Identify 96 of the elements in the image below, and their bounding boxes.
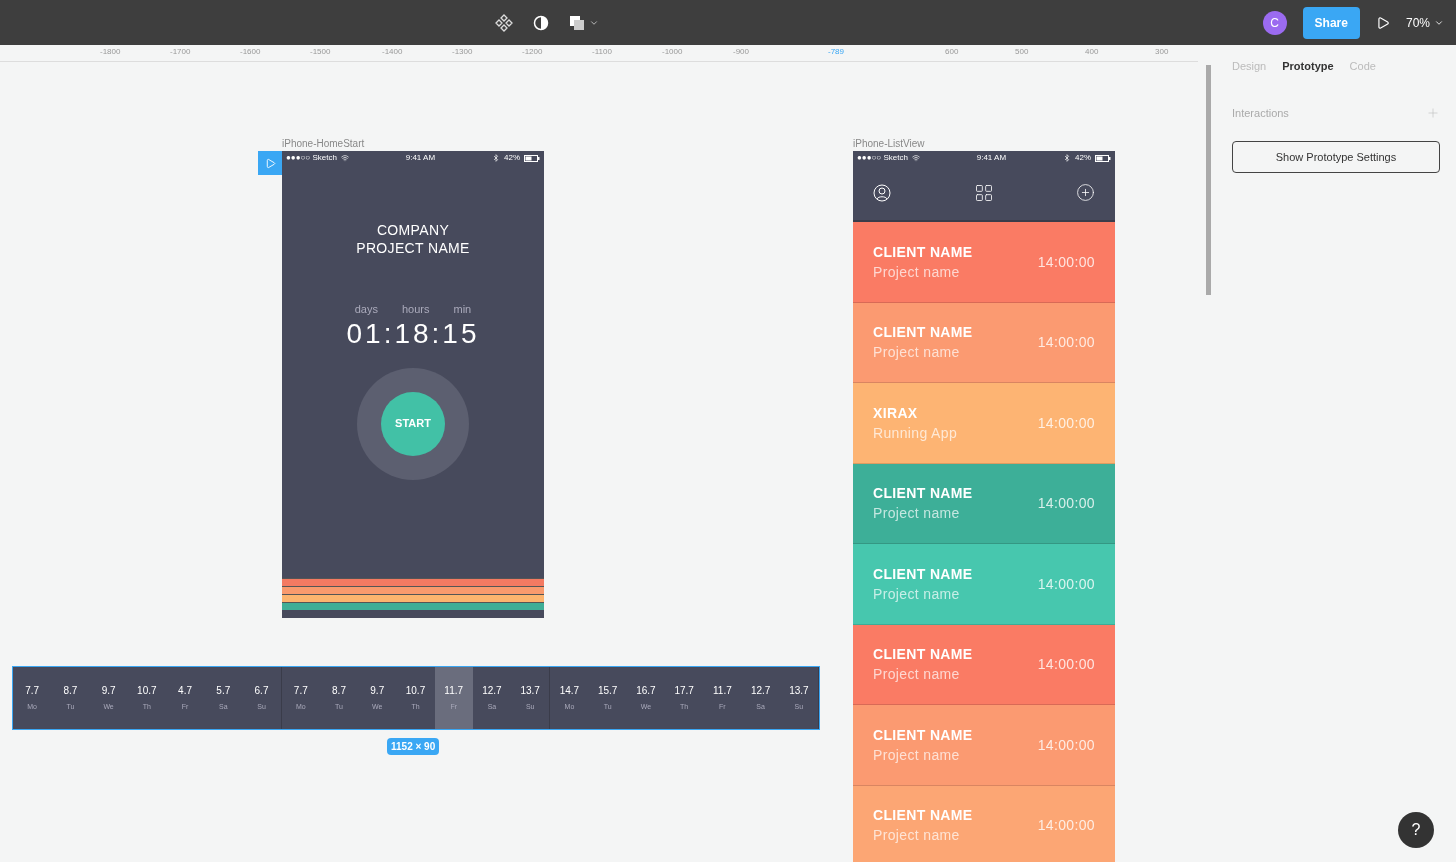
day-date: 6.7 <box>254 684 269 699</box>
status-time: 9:41 AM <box>976 152 1007 164</box>
day-date: 9.7 <box>101 684 116 699</box>
day-date: 8.7 <box>63 684 78 699</box>
user-avatar[interactable]: C <box>1262 10 1287 35</box>
row-time: 14:00:00 <box>1037 655 1095 675</box>
row-time: 14:00:00 <box>1037 574 1095 594</box>
client-name: XIRAX <box>873 403 919 423</box>
day-date: 4.7 <box>178 684 192 699</box>
battery-icon <box>1095 154 1111 162</box>
frame-label: iPhone-ListView <box>853 137 925 151</box>
day-date: 7.7 <box>293 684 308 699</box>
prototype-settings-button[interactable]: Show Prototype Settings <box>1232 141 1440 173</box>
row-time: 14:00:00 <box>1037 494 1095 514</box>
panel-tab[interactable]: Prototype <box>1282 58 1334 75</box>
boolean-menu[interactable] <box>569 15 599 31</box>
add-icon[interactable] <box>1076 183 1095 202</box>
present-icon[interactable] <box>1375 15 1390 30</box>
client-name: CLIENT NAME <box>873 725 973 745</box>
interactions-label: Interactions <box>1232 105 1289 121</box>
row-time: 14:00:00 <box>1037 333 1095 353</box>
day-date: 12.7 <box>750 684 771 699</box>
ruler-label: 500 <box>1015 46 1029 58</box>
ruler-label: -1400 <box>382 46 403 58</box>
ruler-label: -1800 <box>100 46 121 58</box>
ruler-label: -1700 <box>170 46 191 58</box>
zoom-menu[interactable]: 70% <box>1405 14 1444 31</box>
status-carrier: ●●●○○ Sketch <box>286 152 349 164</box>
row-time: 14:00:00 <box>1037 816 1095 836</box>
ruler-label: 300 <box>1155 46 1169 58</box>
project-name: Project name <box>873 584 961 604</box>
flow-start-icon[interactable] <box>258 151 282 175</box>
day-date: 13.7 <box>520 684 540 699</box>
battery-icon <box>524 154 540 162</box>
client-name: CLIENT NAME <box>873 806 973 826</box>
caret-icon <box>589 18 599 28</box>
day-date: 17.7 <box>674 684 694 699</box>
day-date: 10.7 <box>137 684 157 699</box>
day-date: 16.7 <box>636 684 656 699</box>
day-date: 10.7 <box>405 684 426 699</box>
component-icon[interactable] <box>495 14 513 32</box>
row-time: 14:00:00 <box>1037 252 1095 272</box>
user-icon[interactable] <box>873 183 891 202</box>
frame-label: iPhone-HomeStart <box>282 137 365 151</box>
ruler-label: -1300 <box>452 46 473 58</box>
day-date: 7.7 <box>25 684 40 699</box>
ruler-label: -900 <box>733 46 749 58</box>
project-name: Project name <box>873 745 961 765</box>
ruler-label: -789 <box>828 46 844 58</box>
project-title: PROJECT NAME <box>356 239 470 257</box>
contrast-icon[interactable] <box>533 15 549 31</box>
battery-percent: 42% <box>504 152 520 164</box>
wifi-icon <box>911 154 920 162</box>
size-label: 1152 × 90 <box>387 738 440 755</box>
help-button[interactable]: ? <box>1398 812 1434 848</box>
wifi-icon <box>340 154 349 162</box>
ruler-label: -1100 <box>592 46 612 58</box>
bluetooth-icon <box>1063 154 1071 162</box>
ruler-label: -1200 <box>522 46 543 58</box>
project-name: Project name <box>873 665 961 685</box>
ruler-label: -1600 <box>240 46 261 58</box>
ruler-label: -1000 <box>662 46 683 58</box>
client-name: CLIENT NAME <box>873 323 973 343</box>
day-date: 12.7 <box>482 684 502 699</box>
unit-label: days <box>354 302 378 317</box>
project-name: Project name <box>873 504 961 524</box>
unit-label: hours <box>402 302 430 317</box>
project-name: Project name <box>873 262 961 282</box>
bluetooth-icon <box>492 154 500 162</box>
row-time: 14:00:00 <box>1037 413 1095 433</box>
status-time: 9:41 AM <box>405 152 436 164</box>
project-name: Project name <box>873 343 961 363</box>
day-date: 14.7 <box>559 684 580 699</box>
timer: 01:18:15 <box>346 317 480 350</box>
day-date: 9.7 <box>370 684 385 699</box>
project-title: COMPANY <box>376 221 450 239</box>
battery-percent: 42% <box>1075 152 1091 164</box>
ruler-label: -1500 <box>310 46 331 58</box>
row-time: 14:00:00 <box>1037 735 1095 755</box>
day-date: 15.7 <box>597 684 618 699</box>
client-name: CLIENT NAME <box>873 242 973 262</box>
client-name: CLIENT NAME <box>873 564 973 584</box>
day-date: 11.7 <box>444 684 464 699</box>
project-name: Running App <box>873 423 958 443</box>
day-date: 11.7 <box>713 684 732 699</box>
day-date: 13.7 <box>789 684 809 699</box>
client-name: CLIENT NAME <box>873 645 973 665</box>
status-carrier: ●●●○○ Sketch <box>857 152 920 164</box>
day-date: 8.7 <box>332 684 346 699</box>
grid-icon[interactable] <box>973 182 994 203</box>
unit-label: min <box>453 302 472 317</box>
ruler-label: 600 <box>945 46 959 58</box>
client-name: CLIENT NAME <box>873 484 973 504</box>
ruler-label: 400 <box>1085 46 1099 58</box>
day-date: 5.7 <box>216 684 231 699</box>
project-name: Project name <box>873 826 961 846</box>
